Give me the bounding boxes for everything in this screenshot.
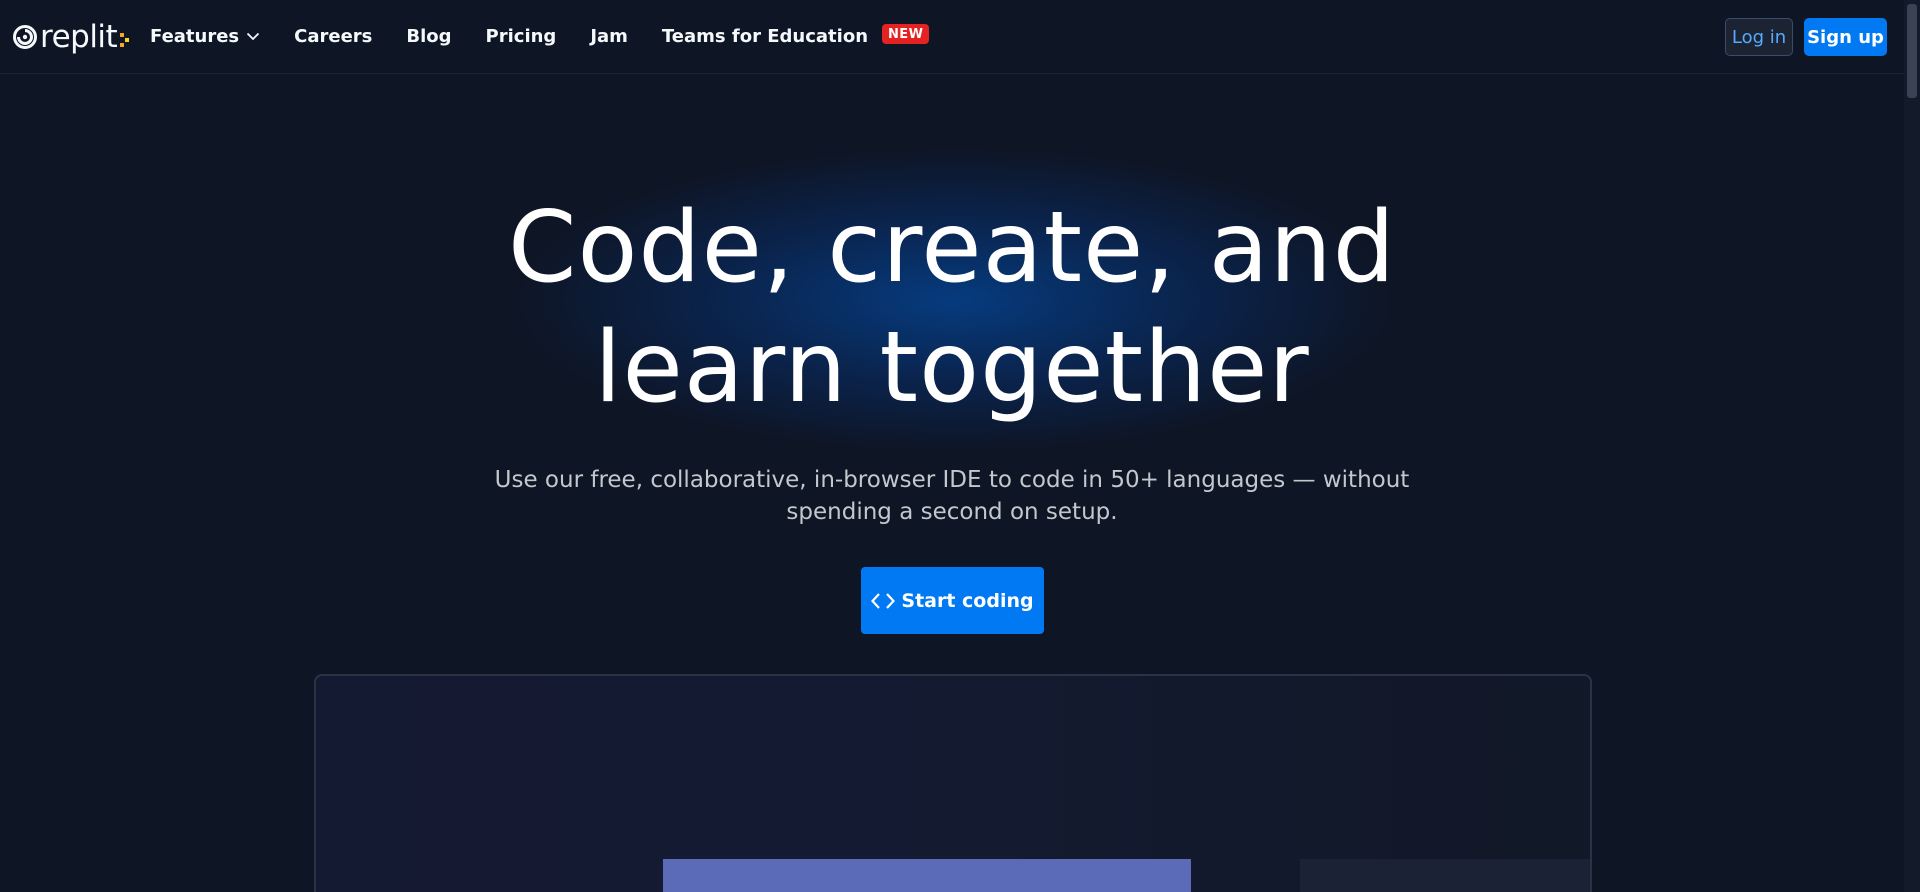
nav-item-jam[interactable]: Jam (590, 26, 628, 47)
nav-item-features[interactable]: Features (150, 26, 260, 47)
ide-preview-frame (314, 674, 1592, 892)
start-coding-label: Start coding (901, 589, 1034, 612)
nav-item-teams-for-education[interactable]: Teams for Education NEW (661, 24, 930, 47)
hero-title: Code, create, and learn together (452, 188, 1452, 428)
nav-item-label: Pricing (485, 25, 557, 47)
hero-title-line-2: learn together (594, 311, 1310, 425)
hero-subtitle: Use our free, collaborative, in-browser … (452, 464, 1452, 528)
new-badge: NEW (882, 24, 930, 44)
chevron-down-icon (247, 32, 260, 40)
nav-item-blog[interactable]: Blog (406, 26, 451, 47)
replit-logo[interactable]: replit (12, 19, 130, 55)
start-coding-button[interactable]: Start coding (861, 567, 1044, 634)
main-nav: Features Careers Blog Pricing Jam Teams … (150, 0, 963, 72)
login-button[interactable]: Log in (1725, 18, 1793, 56)
site-header: replit Features Careers Blog Pricing Jam… (0, 0, 1904, 74)
nav-item-label: Teams for Education (661, 25, 869, 47)
nav-item-label: Blog (406, 25, 452, 47)
ide-preview-panel (1300, 859, 1590, 892)
brand-dots-icon (120, 33, 130, 47)
page: replit Features Careers Blog Pricing Jam… (0, 0, 1920, 892)
hero-subtitle-line-2: spending a second on setup. (786, 499, 1118, 525)
brand-name: replit (40, 19, 118, 55)
ide-preview-panel (663, 859, 1191, 892)
nav-item-label: Jam (590, 25, 628, 47)
nav-item-label: Features (150, 25, 240, 47)
scrollbar-thumb[interactable] (1907, 4, 1917, 98)
nav-item-label: Careers (294, 25, 373, 47)
replit-logo-icon (13, 25, 37, 49)
nav-item-pricing[interactable]: Pricing (486, 26, 557, 47)
nav-item-careers[interactable]: Careers (294, 26, 372, 47)
hero-subtitle-line-1: Use our free, collaborative, in-browser … (494, 467, 1410, 493)
code-brackets-icon (871, 592, 896, 609)
signup-button[interactable]: Sign up (1804, 18, 1887, 56)
page-scrollbar[interactable] (1904, 0, 1920, 892)
hero-title-line-1: Code, create, and (508, 191, 1396, 305)
